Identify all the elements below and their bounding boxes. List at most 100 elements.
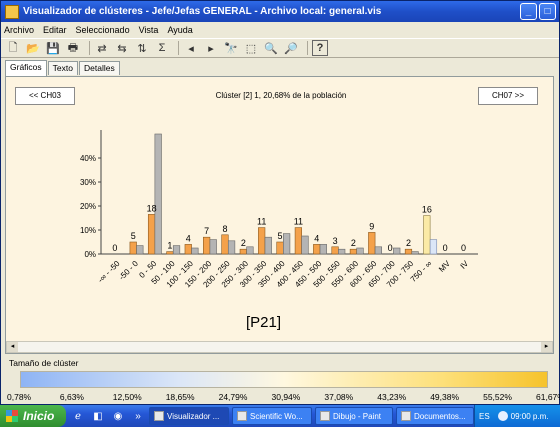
cluster-bar <box>313 244 321 255</box>
task-paint[interactable]: Dibujo - Paint <box>315 407 393 425</box>
population-bar <box>172 245 181 255</box>
tab-texto[interactable]: Texto <box>47 61 78 75</box>
task-documentos[interactable]: Documentos... <box>396 407 474 425</box>
bar-data-label: 1 <box>167 241 172 251</box>
language-indicator[interactable]: ES <box>479 412 490 421</box>
swap-alt-icon[interactable]: ⇆ <box>114 40 130 56</box>
cluster-bar <box>368 232 376 255</box>
task-label: Documentos... <box>414 411 466 421</box>
legend-tick: 37,08% <box>324 392 354 402</box>
population-bar <box>429 239 438 255</box>
legend-tick: 49,38% <box>430 392 460 402</box>
sort-icon[interactable]: ⇅ <box>134 40 150 56</box>
prev-cluster-button[interactable]: << CH03 <box>15 87 75 105</box>
desktop-icon[interactable]: ◧ <box>90 408 106 424</box>
taskbar: Inicio ℯ ◧ ◉ » Visualizador ... Scientif… <box>0 405 560 427</box>
bar-data-label: 11 <box>294 217 303 227</box>
legend-tick: 30,94% <box>271 392 301 402</box>
zoom-box-icon[interactable]: ⬚ <box>243 40 259 56</box>
legend-tick: 43,23% <box>377 392 407 402</box>
print-icon[interactable]: 🖶 <box>65 40 81 56</box>
bar-data-label: 4 <box>314 233 319 243</box>
population-bar <box>374 246 382 255</box>
cluster-size-gradient <box>20 371 548 388</box>
population-bar <box>246 246 254 255</box>
scroll-right-arrow-icon[interactable]: ▸ <box>541 342 552 352</box>
zoom-out-icon[interactable]: 🔎 <box>283 40 299 56</box>
task-scientific[interactable]: Scientific Wo... <box>232 407 312 425</box>
menu-seleccionado[interactable]: Seleccionado <box>76 25 130 35</box>
bar-data-label: 18 <box>147 203 157 213</box>
paint-icon <box>320 411 330 421</box>
zoom-in-icon[interactable]: 🔍 <box>263 40 279 56</box>
cluster-bar <box>184 244 192 255</box>
vertical-scrollbar[interactable] <box>554 76 559 354</box>
x-tick-label: -∞ - -50 <box>96 259 122 285</box>
legend-tick: 24,79% <box>218 392 248 402</box>
filter-icon[interactable]: Σ <box>154 40 170 56</box>
population-bar <box>227 240 236 255</box>
legend-label: Tamaño de clúster <box>9 358 79 368</box>
swap-icon[interactable]: ⇄ <box>94 40 110 56</box>
clock: 09:00 p.m. <box>510 411 549 421</box>
cluster-bar <box>166 251 174 255</box>
toolbar-separator <box>178 41 179 55</box>
bar-data-label: 5 <box>278 231 283 241</box>
binoculars-icon[interactable]: 🔭 <box>223 40 239 56</box>
menu-editar[interactable]: Editar <box>43 25 67 35</box>
horizontal-scrollbar[interactable]: ◂ ▸ <box>6 341 553 353</box>
bar-chart: 40%30%20%10%0%0-∞ - -505-50 - 0180 - 501… <box>80 130 478 289</box>
population-bar <box>393 247 401 255</box>
arrow-left-icon[interactable]: ◂ <box>183 40 199 56</box>
toolbar-separator <box>89 41 90 55</box>
bar-data-label: 0 <box>461 243 466 253</box>
cluster-bar <box>203 236 211 255</box>
menu-ayuda[interactable]: Ayuda <box>167 25 192 35</box>
toolbar-separator <box>307 41 308 55</box>
x-tick-label: 750 - ∞ <box>409 259 434 284</box>
firefox-icon[interactable]: ◉ <box>110 408 126 424</box>
population-bar <box>154 133 162 255</box>
bar-data-label: 0 <box>112 243 117 253</box>
y-tick-label: 20% <box>80 202 96 211</box>
y-tick-label: 40% <box>80 154 96 163</box>
bar-data-label: 2 <box>351 238 356 248</box>
population-bar <box>283 233 291 255</box>
start-label: Inicio <box>23 409 55 423</box>
task-visualizador[interactable]: Visualizador ... <box>149 407 229 425</box>
bar-data-label: 8 <box>222 224 227 234</box>
new-icon[interactable]: 🗋 <box>5 40 21 56</box>
scroll-left-arrow-icon[interactable]: ◂ <box>7 342 18 352</box>
title-bar[interactable]: Visualizador de clústeres - Jefe/Jefas G… <box>1 1 559 22</box>
save-icon[interactable]: 💾 <box>45 40 61 56</box>
next-cluster-button[interactable]: CH07 >> <box>478 87 538 105</box>
maximize-button[interactable]: □ <box>539 3 556 20</box>
arrow-right-icon[interactable]: ▸ <box>203 40 219 56</box>
more-icon[interactable]: » <box>130 408 146 424</box>
ie-icon[interactable]: ℯ <box>70 408 86 424</box>
cluster-app-icon <box>154 411 164 421</box>
bar-data-label: 9 <box>369 221 374 231</box>
tab-graficos[interactable]: Gráficos <box>5 60 47 76</box>
menu-vista[interactable]: Vista <box>139 25 159 35</box>
cluster-title: Clúster [2] 1, 20,68% de la población <box>215 91 347 100</box>
menu-archivo[interactable]: Archivo <box>4 25 34 35</box>
system-tray: ES 09:00 p.m. <box>474 405 560 427</box>
minimize-button[interactable]: _ <box>520 3 537 20</box>
bar-data-label: 3 <box>333 236 338 246</box>
task-label: Dibujo - Paint <box>333 411 382 421</box>
bar-data-label: 0 <box>443 243 448 253</box>
population-bar <box>264 236 272 255</box>
tab-detalles[interactable]: Detalles <box>78 61 120 75</box>
population-bar <box>209 239 217 255</box>
app-window: Visualizador de clústeres - Jefe/Jefas G… <box>0 0 560 405</box>
tab-strip: Gráficos Texto Detalles <box>5 60 121 76</box>
open-icon[interactable]: 📂 <box>25 40 41 56</box>
start-button[interactable]: Inicio <box>0 405 66 427</box>
cluster-bar <box>221 234 229 255</box>
cluster-bar <box>404 248 413 255</box>
help-icon[interactable]: ? <box>312 40 328 56</box>
task-label: Visualizador ... <box>167 411 220 421</box>
cluster-bar <box>294 227 302 255</box>
bar-data-label: 2 <box>406 238 411 248</box>
